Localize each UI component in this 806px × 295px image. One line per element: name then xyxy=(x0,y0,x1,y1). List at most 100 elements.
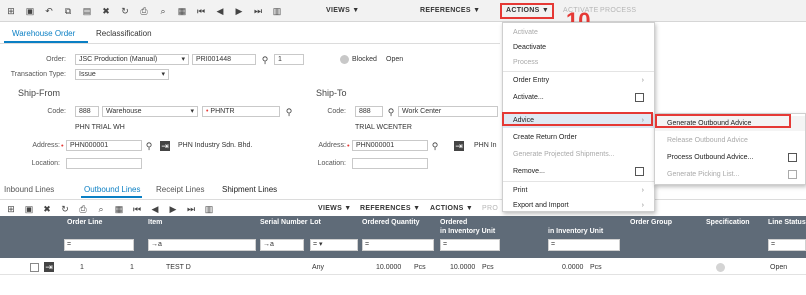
order-seq-field[interactable]: 1 xyxy=(274,54,304,65)
grid-process-menu[interactable]: PRO xyxy=(482,205,498,212)
lookup-icon[interactable]: ⚲ xyxy=(284,107,294,117)
tab-warehouse-order[interactable]: Warehouse Order xyxy=(12,29,75,38)
first-record-icon[interactable]: ⏮ xyxy=(196,6,206,16)
filter-ordered-quantity[interactable]: = xyxy=(362,239,434,251)
tab-reclassification[interactable]: Reclassification xyxy=(96,29,152,38)
new-line-icon[interactable]: ⊞ xyxy=(6,204,16,214)
menu-item-activate-disabled[interactable]: Activate xyxy=(503,25,654,40)
search-line-icon[interactable]: ⌕ xyxy=(96,204,106,214)
tab-receipt-lines[interactable]: Receipt Lines xyxy=(156,185,204,194)
previous-record-icon[interactable]: ◀ xyxy=(215,6,225,16)
from-location-field[interactable] xyxy=(66,158,142,169)
lookup-icon[interactable]: ⚲ xyxy=(430,141,440,151)
checkbox-icon[interactable] xyxy=(788,170,797,179)
first-line-icon[interactable]: ⏮ xyxy=(132,204,142,214)
grid-line-icon[interactable]: ▥ xyxy=(204,204,214,214)
save-icon[interactable]: ▣ xyxy=(25,6,35,16)
menu-item-generate-projected-shipments[interactable]: Generate Projected Shipments... xyxy=(503,147,654,162)
to-type-field[interactable]: Work Center xyxy=(398,106,498,117)
order-number-field[interactable]: PRI001448 xyxy=(192,54,256,65)
filter-shipped-inventory[interactable]: = xyxy=(548,239,620,251)
process-menu[interactable]: PROCESS xyxy=(600,7,636,14)
menu-item-activate-dialog[interactable]: Activate... xyxy=(503,90,654,105)
grid-views-menu[interactable]: VIEWS ▼ xyxy=(318,205,352,212)
checkbox-icon[interactable] xyxy=(788,153,797,162)
menu-item-export-import[interactable]: Export and Import › xyxy=(503,198,654,213)
delete-line-icon[interactable]: ✖ xyxy=(42,204,52,214)
print-icon[interactable]: ⎙ xyxy=(139,6,149,16)
next-record-icon[interactable]: ▶ xyxy=(234,6,244,16)
menu-item-print[interactable]: Print › xyxy=(503,183,654,198)
column-specification[interactable]: Specification xyxy=(706,219,750,226)
column-item[interactable]: Item xyxy=(148,219,162,226)
menu-item-create-return-order[interactable]: Create Return Order xyxy=(503,130,654,145)
checkbox-icon[interactable] xyxy=(635,167,644,176)
views-menu[interactable]: VIEWS ▼ xyxy=(326,7,360,14)
filter-ordered-inventory[interactable]: = xyxy=(440,239,500,251)
paste-icon[interactable]: ▤ xyxy=(82,6,92,16)
order-type-field[interactable]: JSC Production (Manual) ▾ xyxy=(75,54,189,65)
open-address-icon[interactable]: ⇥ xyxy=(454,141,464,151)
undo-icon[interactable]: ↶ xyxy=(44,6,54,16)
filter-serial-number[interactable]: →a xyxy=(260,239,304,251)
column-order-line[interactable]: Order Line xyxy=(67,219,102,226)
grid-references-menu[interactable]: REFERENCES ▼ xyxy=(360,205,420,212)
column-lot[interactable]: Lot xyxy=(310,219,321,226)
last-line-icon[interactable]: ⏭ xyxy=(186,204,196,214)
lookup-icon[interactable]: ⚲ xyxy=(260,55,270,65)
grid-actions-menu[interactable]: ACTIONS ▼ xyxy=(430,205,473,212)
grid-view-icon[interactable]: ▥ xyxy=(272,6,282,16)
search-icon[interactable]: ⌕ xyxy=(158,6,168,16)
menu-item-release-outbound-advice[interactable]: Release Outbound Advice xyxy=(655,133,805,148)
next-line-icon[interactable]: ▶ xyxy=(168,204,178,214)
menu-item-process[interactable]: Process xyxy=(503,55,654,70)
from-address-label: Address: xyxy=(32,142,60,149)
column-serial-number[interactable]: Serial Number xyxy=(260,219,307,226)
filter-line-status[interactable]: = xyxy=(768,239,806,251)
previous-line-icon[interactable]: ◀ xyxy=(150,204,160,214)
cell-order-line: 1 xyxy=(80,264,84,271)
lookup-icon[interactable]: ⚲ xyxy=(386,107,396,117)
checkbox-icon[interactable] xyxy=(635,93,644,102)
column-line-status[interactable]: Line Status xyxy=(768,219,806,226)
refresh-line-icon[interactable]: ↻ xyxy=(60,204,70,214)
lookup-icon[interactable]: ⚲ xyxy=(144,141,154,151)
from-address-field[interactable]: PHN000001 xyxy=(66,140,142,151)
from-type-field[interactable]: Warehouse ▾ xyxy=(102,106,198,117)
open-line-icon[interactable]: ⇥ xyxy=(44,262,54,272)
references-menu[interactable]: REFERENCES ▼ xyxy=(420,7,480,14)
filter-item[interactable]: →a xyxy=(148,239,256,251)
tab-inbound-lines[interactable]: Inbound Lines xyxy=(4,185,54,194)
menu-item-deactivate[interactable]: Deactivate xyxy=(503,40,654,55)
calendar-line-icon[interactable]: ▦ xyxy=(114,204,124,214)
table-row[interactable]: ⇥ 1 1 TEST D Any 10.0000 Pcs 10.0000 Pcs… xyxy=(0,260,806,275)
menu-item-process-outbound-advice[interactable]: Process Outbound Advice... xyxy=(655,150,805,165)
column-order-group[interactable]: Order Group xyxy=(630,219,672,226)
from-code-field[interactable]: 888 xyxy=(75,106,99,117)
to-address-field[interactable]: PHN000001 xyxy=(352,140,428,151)
copy-icon[interactable]: ⧉ xyxy=(63,6,73,16)
tab-shipment-lines[interactable]: Shipment Lines xyxy=(222,185,277,194)
calendar-icon[interactable]: ▦ xyxy=(177,6,187,16)
tab-outbound-lines[interactable]: Outbound Lines xyxy=(84,185,141,194)
delete-icon[interactable]: ✖ xyxy=(101,6,111,16)
refresh-icon[interactable]: ↻ xyxy=(120,6,130,16)
to-location-field[interactable] xyxy=(352,158,428,169)
transaction-type-field[interactable]: Issue ▾ xyxy=(75,69,169,80)
open-address-icon[interactable]: ⇥ xyxy=(160,141,170,151)
print-line-icon[interactable]: ⎙ xyxy=(78,204,88,214)
from-code-value: 888 xyxy=(79,108,91,115)
from-warehouse-field[interactable]: • PHNTR xyxy=(202,106,280,117)
filter-lot[interactable]: = ▾ xyxy=(310,239,358,251)
menu-item-order-entry[interactable]: Order Entry › xyxy=(503,73,654,88)
row-checkbox[interactable] xyxy=(30,263,39,272)
save-line-icon[interactable]: ▣ xyxy=(24,204,34,214)
column-ordered-inventory[interactable]: Ordered xyxy=(440,219,467,226)
new-icon[interactable]: ⊞ xyxy=(6,6,16,16)
filter-order-line[interactable]: = xyxy=(64,239,134,251)
menu-item-remove[interactable]: Remove... xyxy=(503,164,654,179)
column-ordered-quantity[interactable]: Ordered Quantity xyxy=(362,219,420,226)
to-code-field[interactable]: 888 xyxy=(355,106,383,117)
menu-item-generate-picking-list[interactable]: Generate Picking List... xyxy=(655,167,805,182)
last-record-icon[interactable]: ⏭ xyxy=(253,6,263,16)
